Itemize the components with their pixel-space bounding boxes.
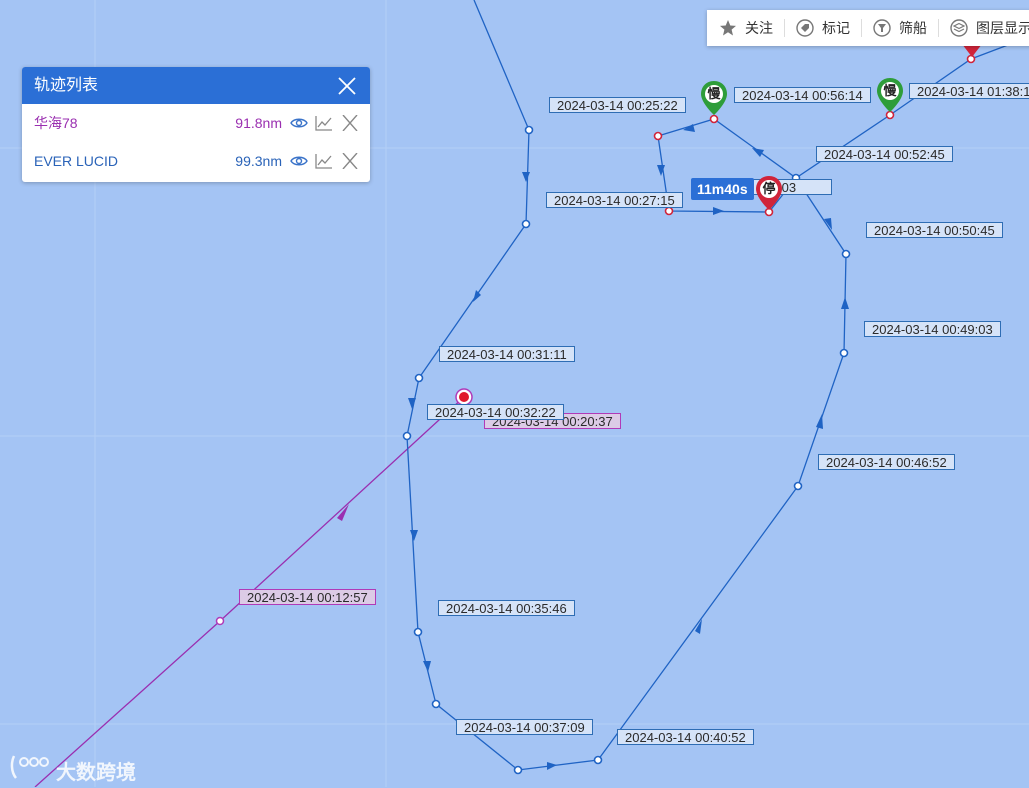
time-label: 2024-03-14 00:25:22 <box>549 97 686 113</box>
slow-marker[interactable]: 慢 <box>876 77 904 113</box>
chart-icon[interactable] <box>315 115 333 131</box>
layers-label: 图层显示 <box>976 20 1029 36</box>
close-icon[interactable] <box>338 77 356 95</box>
map-toolbar: 关注 标记 筛船 图层显示 <box>707 10 1029 46</box>
track-list-panel: 轨迹列表 华海78 91.8nm EVER LUCID 99.3nm <box>22 67 370 182</box>
track-distance: 91.8nm <box>235 115 282 131</box>
filter-label: 筛船 <box>899 20 927 36</box>
eye-icon[interactable] <box>290 153 308 169</box>
time-label: 2024-03-14 00:31:11 <box>439 346 575 362</box>
panel-header: 轨迹列表 <box>22 67 370 104</box>
watermark: 大数跨境 <box>10 752 136 784</box>
mark-button[interactable]: 标记 <box>796 10 856 46</box>
time-label: 2024-03-14 00:40:52 <box>617 729 754 745</box>
slow-label: 慢 <box>883 84 897 99</box>
remove-icon[interactable] <box>341 115 359 131</box>
follow-button[interactable]: 关注 <box>719 10 779 46</box>
time-label: 2024-03-14 00:52:45 <box>816 146 953 162</box>
time-label: 2024-03-14 00:27:15 <box>546 192 683 208</box>
time-label: 2024-03-14 00:35:46 <box>438 600 575 616</box>
time-label: 2024-03-14 00:32:22 <box>427 404 564 420</box>
chart-icon[interactable] <box>315 153 333 169</box>
tag-icon <box>796 19 814 37</box>
eye-icon[interactable] <box>290 115 308 131</box>
mark-label: 标记 <box>822 20 850 36</box>
stop-duration-badge: 11m40s <box>691 178 754 200</box>
time-label: 2024-03-14 00:12:57 <box>239 589 376 605</box>
watermark-text: 大数跨境 <box>56 760 136 784</box>
watermark-logo-icon <box>10 755 49 779</box>
stop-label: 停 <box>762 182 776 197</box>
slow-label: 慢 <box>707 87 721 102</box>
stop-marker[interactable]: 停 <box>755 175 783 211</box>
time-label: 2024-03-14 01:38:1 <box>909 83 1029 99</box>
slow-marker[interactable]: 慢 <box>700 80 728 116</box>
panel-title: 轨迹列表 <box>34 77 99 94</box>
track-name: 华海78 <box>34 115 78 131</box>
time-label: 2024-03-14 00:46:52 <box>818 454 955 470</box>
track-name: EVER LUCID <box>34 153 119 169</box>
layers-icon <box>950 19 968 37</box>
remove-icon[interactable] <box>341 153 359 169</box>
time-label: 2024-03-14 00:49:03 <box>864 321 1001 337</box>
layers-button[interactable]: 图层显示 <box>950 10 1029 46</box>
filter-button[interactable]: 筛船 <box>873 10 933 46</box>
star-icon <box>720 20 736 36</box>
track-row[interactable]: 华海78 91.8nm <box>22 104 370 142</box>
time-label: 2024-03-14 00:56:14 <box>734 87 871 103</box>
time-label: 2024-03-14 00:50:45 <box>866 222 1003 238</box>
time-label: 2024-03-14 00:37:09 <box>456 719 593 735</box>
track-row[interactable]: EVER LUCID 99.3nm <box>22 142 370 180</box>
filter-icon <box>873 19 891 37</box>
follow-label: 关注 <box>745 20 773 36</box>
track-distance: 99.3nm <box>235 153 282 169</box>
